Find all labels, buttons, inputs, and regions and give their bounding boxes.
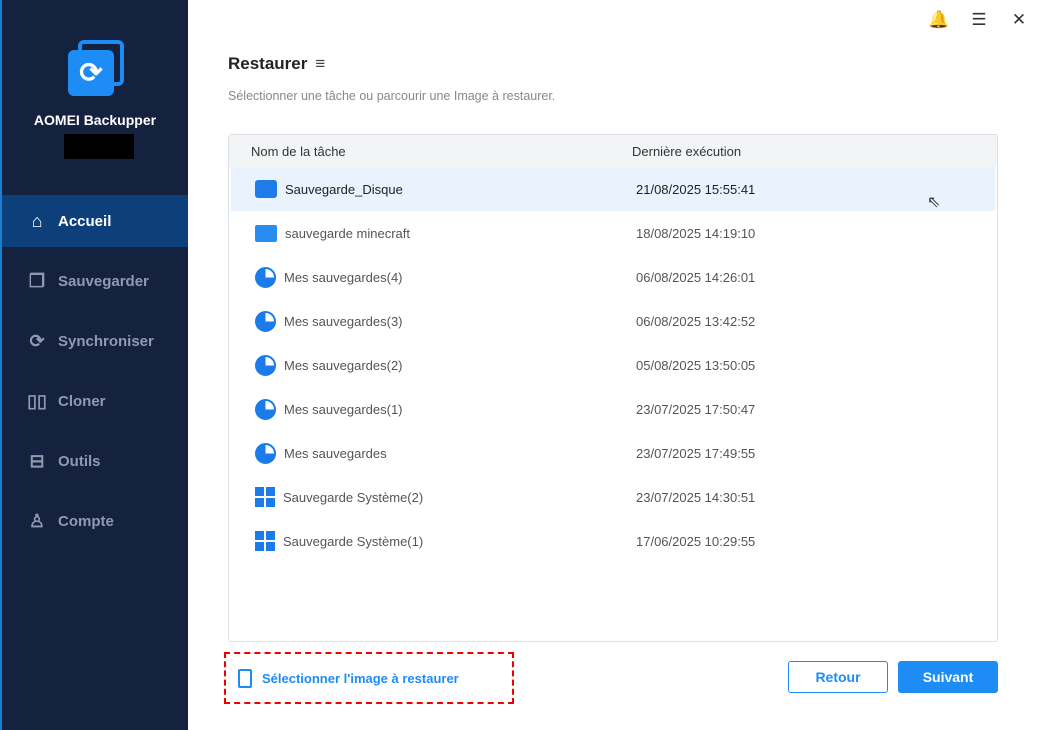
- task-name: Sauvegarde_Disque: [285, 181, 403, 197]
- sidebar-item-label: Accueil: [58, 212, 112, 230]
- column-header-name[interactable]: Nom de la tâche: [229, 144, 632, 159]
- column-header-date[interactable]: Dernière exécution: [632, 144, 741, 159]
- page-subtitle: Sélectionner une tâche ou parcourir une …: [228, 89, 556, 103]
- mouse-cursor-icon: ⇖: [927, 194, 941, 211]
- clone-icon: ▯▯: [27, 390, 47, 411]
- sidebar: ⟳ AOMEI Backupper ⌂ Accueil ❐ Sauvegarder …: [0, 0, 188, 730]
- task-name: Mes sauvegardes(1): [284, 401, 403, 417]
- sidebar-item-outils[interactable]: ⊟ Outils: [2, 435, 188, 487]
- app-name: AOMEI Backupper: [33, 112, 157, 128]
- file-icon: [238, 668, 252, 688]
- sidebar-item-sauvegarder[interactable]: ❐ Sauvegarder: [2, 255, 188, 307]
- table-row[interactable]: Sauvegarde_Disque 21/08/2025 15:55:41: [231, 167, 995, 211]
- redacted-box: [64, 134, 134, 159]
- task-name-cell: Sauvegarde_Disque: [231, 180, 636, 198]
- task-date: 23/07/2025 14:30:51: [636, 489, 756, 505]
- win-icon: [255, 487, 275, 507]
- sidebar-nav: ⌂ Accueil ❐ Sauvegarder ⟳ Synchroniser ▯▯ Cl…: [2, 195, 188, 555]
- sidebar-item-accueil[interactable]: ⌂ Accueil: [2, 195, 188, 247]
- task-name: Mes sauvegardes: [284, 445, 387, 461]
- task-date: 23/07/2025 17:50:47: [636, 401, 756, 417]
- table-row[interactable]: Mes sauvegardes(4) 06/08/2025 14:26:01: [231, 255, 995, 299]
- pie-icon: [255, 266, 276, 288]
- filter-icon[interactable]: ≡: [315, 54, 325, 73]
- page-title: Restaurer ≡: [228, 54, 325, 74]
- sidebar-item-label: Sauvegarder: [58, 272, 149, 290]
- disk-icon: [255, 180, 277, 198]
- folder-icon: [255, 224, 277, 242]
- task-date: 23/07/2025 17:49:55: [636, 445, 756, 461]
- table-row[interactable]: Mes sauvegardes(2) 05/08/2025 13:50:05: [231, 343, 995, 387]
- sidebar-item-compte[interactable]: ♙ Compte: [2, 495, 188, 547]
- menu-icon[interactable]: ☰: [959, 10, 999, 30]
- sidebar-item-label: Cloner: [58, 392, 106, 410]
- home-icon: ⌂: [31, 210, 43, 231]
- win-icon: [255, 531, 275, 551]
- task-date: 17/06/2025 10:29:55: [636, 533, 756, 549]
- sidebar-item-synchroniser[interactable]: ⟳ Synchroniser: [2, 315, 188, 367]
- pie-icon: [255, 442, 276, 464]
- task-name-cell: sauvegarde minecraft: [231, 224, 636, 242]
- table-row[interactable]: sauvegarde minecraft 18/08/2025 14:19:10: [231, 211, 995, 255]
- table-row[interactable]: Sauvegarde Système(1) 17/06/2025 10:29:55: [231, 519, 995, 563]
- task-name: Sauvegarde Système(2): [283, 489, 424, 505]
- task-date: 06/08/2025 14:26:01: [636, 269, 756, 285]
- task-name: Mes sauvegardes(2): [284, 357, 403, 373]
- task-date: 06/08/2025 13:42:52: [636, 313, 756, 329]
- select-image-label: Sélectionner l'image à restaurer: [262, 670, 459, 686]
- copy-icon: ❐: [28, 270, 46, 291]
- task-name: Sauvegarde Système(1): [283, 533, 424, 549]
- task-date: 18/08/2025 14:19:10: [636, 225, 756, 241]
- task-date: 21/08/2025 15:55:41: [636, 181, 756, 197]
- task-name-cell: Mes sauvegardes(3): [231, 310, 636, 332]
- table-row[interactable]: Mes sauvegardes 23/07/2025 17:49:55: [231, 431, 995, 475]
- task-name: Mes sauvegardes(3): [284, 313, 403, 329]
- sidebar-item-cloner[interactable]: ▯▯ Cloner: [2, 375, 188, 427]
- sidebar-item-label: Synchroniser: [58, 332, 154, 350]
- title-bar: 🔔 ☰ ✕: [919, 0, 1039, 40]
- sidebar-item-label: Compte: [58, 512, 114, 530]
- toolbox-icon: ⊟: [29, 450, 45, 471]
- task-name: sauvegarde minecraft: [285, 225, 411, 241]
- table-row[interactable]: Mes sauvegardes(1) 23/07/2025 17:50:47: [231, 387, 995, 431]
- select-image-link[interactable]: Sélectionner l'image à restaurer: [224, 652, 514, 704]
- task-name-cell: Mes sauvegardes(2): [231, 354, 636, 376]
- table-row[interactable]: Mes sauvegardes(3) 06/08/2025 13:42:52: [231, 299, 995, 343]
- pie-icon: [255, 354, 276, 376]
- next-button[interactable]: Suivant: [898, 661, 998, 693]
- pie-icon: [255, 310, 276, 332]
- user-icon: ♙: [28, 510, 46, 531]
- task-name-cell: Mes sauvegardes: [231, 442, 636, 464]
- close-icon[interactable]: ✕: [999, 10, 1039, 30]
- task-table: Nom de la tâche Dernière exécution Sauve…: [228, 134, 998, 642]
- sidebar-item-label: Outils: [58, 452, 101, 470]
- pie-icon: [255, 398, 276, 420]
- table-row[interactable]: Sauvegarde Système(2) 23/07/2025 14:30:51: [231, 475, 995, 519]
- page-title-text: Restaurer: [228, 54, 308, 73]
- task-name-cell: Mes sauvegardes(1): [231, 398, 636, 420]
- app-logo-icon: ⟳: [66, 40, 126, 100]
- task-name-cell: Mes sauvegardes(4): [231, 266, 636, 288]
- task-name: Mes sauvegardes(4): [284, 269, 403, 285]
- back-button[interactable]: Retour: [788, 661, 888, 693]
- bell-icon[interactable]: 🔔: [919, 10, 959, 30]
- table-header: Nom de la tâche Dernière exécution: [229, 135, 997, 167]
- task-name-cell: Sauvegarde Système(2): [231, 487, 636, 507]
- task-date: 05/08/2025 13:50:05: [636, 357, 756, 373]
- task-name-cell: Sauvegarde Système(1): [231, 531, 636, 551]
- sync-icon: ⟳: [29, 330, 45, 351]
